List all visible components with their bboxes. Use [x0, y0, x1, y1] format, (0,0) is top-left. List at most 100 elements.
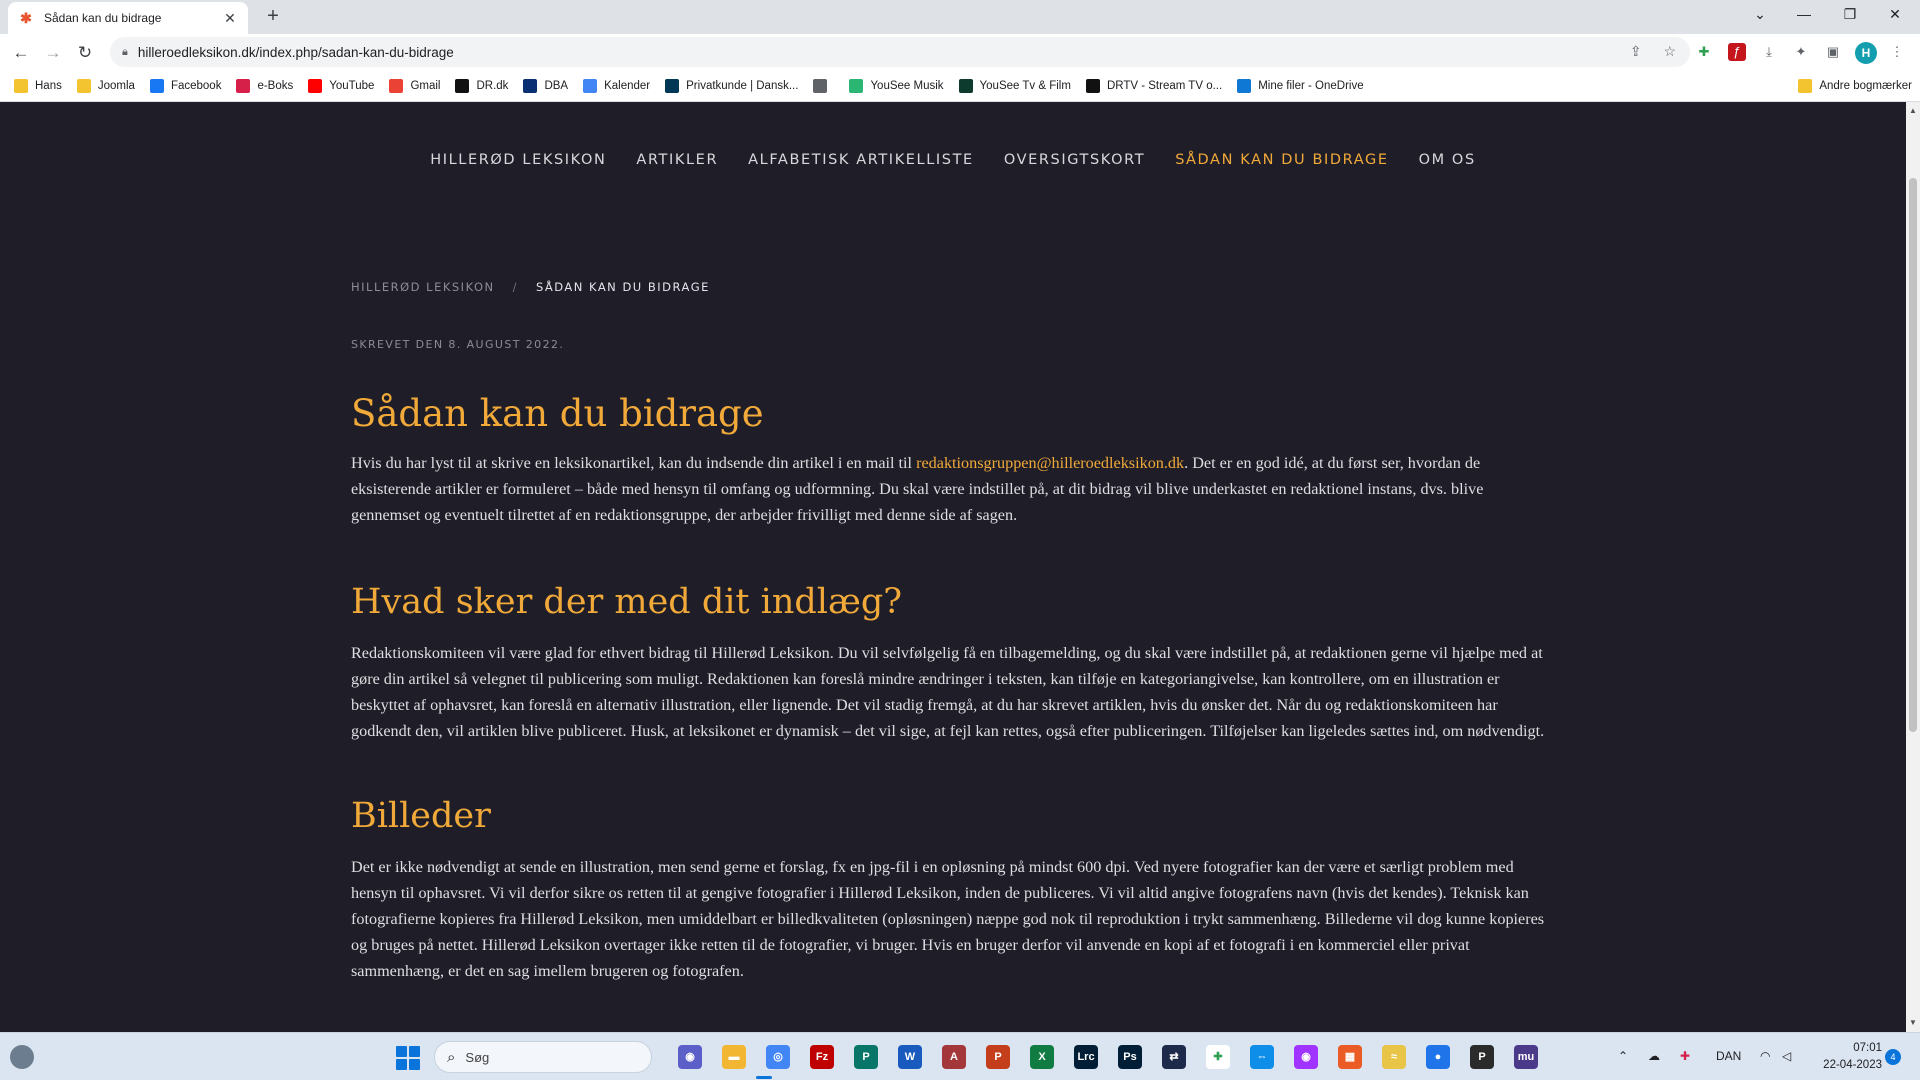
search-icon: ⌕ — [447, 1048, 456, 1066]
drtv-icon — [1085, 79, 1100, 93]
bookmark-item[interactable]: Mine filer - OneDrive — [1237, 79, 1364, 93]
back-icon[interactable]: ← — [10, 42, 32, 64]
lightroom-icon[interactable]: Lrc — [1074, 1045, 1098, 1069]
gmail-icon — [389, 79, 404, 93]
bookmark-item[interactable]: Gmail — [389, 79, 440, 93]
bookmark-item[interactable]: Hans — [14, 79, 62, 93]
notification-badge[interactable]: 4 — [1885, 1049, 1901, 1065]
bank-icon — [665, 79, 680, 93]
bookmark-star-icon[interactable]: ☆ — [1663, 43, 1676, 59]
page-scrollbar[interactable]: ▲ ▼ — [1906, 102, 1920, 1032]
photo-viewer-icon[interactable]: ≈ — [1382, 1045, 1406, 1069]
scroll-thumb[interactable] — [1909, 178, 1917, 732]
forward-icon[interactable]: → — [42, 42, 64, 64]
reload-icon[interactable]: ↻ — [74, 42, 96, 64]
tv-icon — [958, 79, 973, 93]
joomla-favicon-icon: ✱ — [20, 10, 32, 26]
messenger-icon[interactable]: ◉ — [1294, 1045, 1318, 1069]
office-hub-icon[interactable]: ▦ — [1338, 1045, 1362, 1069]
sync-tool-icon[interactable]: ⇄ — [1162, 1045, 1186, 1069]
photoshop-icon[interactable]: Ps — [1118, 1045, 1142, 1069]
tab-search-icon[interactable]: ⌄ — [1738, 4, 1782, 24]
start-button[interactable] — [396, 1046, 420, 1070]
folder-icon — [14, 79, 28, 93]
bookmark-item[interactable]: YouSee Musik — [849, 79, 944, 93]
musescore-icon[interactable]: mu — [1514, 1045, 1538, 1069]
filezilla-icon[interactable]: Fz — [810, 1045, 834, 1069]
close-window-button[interactable]: ✕ — [1873, 4, 1917, 24]
security-tray-icon[interactable]: ✚ — [1680, 1049, 1690, 1063]
nav-item[interactable]: SÅDAN KAN DU BIDRAGE — [1175, 152, 1388, 168]
onedrive-tray-icon[interactable]: ☁ — [1648, 1049, 1660, 1063]
firefox-icon[interactable]: ● — [1426, 1045, 1450, 1069]
bookmark-item[interactable]: DRTV - Stream TV o... — [1085, 79, 1222, 93]
calendar-icon — [583, 79, 598, 93]
close-tab-icon[interactable]: ✕ — [222, 10, 238, 27]
eboks-icon — [236, 79, 251, 93]
bookmark-item[interactable]: Kalender — [583, 79, 650, 93]
bookmark-item[interactable]: YouSee Tv & Film — [958, 79, 1071, 93]
side-panel-icon[interactable]: ▣ — [1824, 43, 1842, 61]
file-explorer-icon[interactable]: ▬ — [722, 1045, 746, 1069]
bookmark-label: Facebook — [170, 80, 222, 92]
system-clock[interactable]: 07:01 22-04-2023 — [1810, 1040, 1882, 1074]
language-indicator[interactable]: DAN — [1716, 1049, 1741, 1063]
address-bar[interactable]: 🔒︎ hilleroedleksikon.dk/index.php/sadan-… — [110, 37, 1690, 67]
scroll-down-icon[interactable]: ▼ — [1909, 1018, 1917, 1027]
tray-overflow-icon[interactable]: ⌃ — [1618, 1049, 1628, 1063]
bookmark-item[interactable]: e-Boks — [236, 79, 293, 93]
teams-chat-icon[interactable]: ◉ — [678, 1045, 702, 1069]
nav-item[interactable]: ALFABETISK ARTIKELLISTE — [748, 152, 974, 168]
taskbar-search[interactable]: ⌕ Søg — [434, 1041, 652, 1073]
url-text[interactable]: hilleroedleksikon.dk/index.php/sadan-kan… — [138, 45, 454, 60]
powerpoint-icon[interactable]: P — [986, 1045, 1010, 1069]
nav-item[interactable]: OM OS — [1419, 152, 1476, 168]
extension-puzzle-color-icon[interactable]: ✚ — [1695, 43, 1713, 61]
chrome-icon[interactable]: ◎ — [766, 1045, 790, 1069]
bookmark-item[interactable]: DR.dk — [455, 79, 508, 93]
minimize-button[interactable]: — — [1782, 4, 1826, 24]
bookmark-item[interactable]: DBA — [523, 79, 568, 93]
restore-button[interactable]: ❐ — [1828, 4, 1872, 24]
profile-avatar[interactable]: H — [1855, 42, 1877, 64]
publisher-icon[interactable]: P — [854, 1045, 878, 1069]
article-published-date: SKREVET DEN 8. AUGUST 2022. — [351, 338, 565, 351]
bookmark-label: DR.dk — [476, 80, 509, 92]
pdf-extension-icon[interactable]: ƒ — [1728, 43, 1746, 61]
pro-app-icon[interactable]: P — [1470, 1045, 1494, 1069]
bookmark-item[interactable]: Privatkunde | Dansk... — [665, 79, 798, 93]
volume-icon[interactable]: ◁ — [1782, 1049, 1791, 1063]
email-link[interactable]: redaktionsgruppen@hilleroedleksikon.dk — [916, 454, 1184, 472]
weather-widget-icon[interactable] — [10, 1045, 34, 1069]
menu-kebab-icon[interactable]: ⋮ — [1888, 43, 1906, 61]
nav-item[interactable]: OVERSIGTSKORT — [1004, 152, 1145, 168]
folder-icon — [76, 79, 91, 93]
nav-item[interactable]: HILLERØD LEKSIKON — [430, 152, 606, 168]
bookmark-item[interactable]: Facebook — [149, 79, 222, 93]
teamviewer-icon[interactable]: ⇔ — [1250, 1045, 1274, 1069]
lock-icon[interactable]: 🔒︎ — [122, 46, 128, 59]
breadcrumb-home-link[interactable]: HILLERØD LEKSIKON — [351, 280, 495, 294]
other-bookmarks[interactable]: Andre bogmærker — [1798, 79, 1912, 93]
wifi-icon[interactable]: ◠ — [1760, 1049, 1770, 1063]
bookmark-item[interactable]: Joomla — [76, 79, 135, 93]
bookmark-label: Privatkunde | Dansk... — [686, 80, 799, 92]
new-tab-button[interactable]: + — [262, 6, 284, 28]
bookmark-item[interactable]: YouTube — [308, 79, 374, 93]
app-grid-icon[interactable]: ✚ — [1206, 1045, 1230, 1069]
nav-item[interactable]: ARTIKLER — [636, 152, 718, 168]
article-body: Sådan kan du bidrage Hvis du har lyst ti… — [351, 388, 1551, 984]
tab-title: Sådan kan du bidrage — [44, 11, 162, 25]
clock-time: 07:01 — [1853, 1042, 1882, 1054]
browser-tab[interactable]: ✱ Sådan kan du bidrage ✕ — [8, 2, 248, 34]
excel-icon[interactable]: X — [1030, 1045, 1054, 1069]
extensions-icon[interactable]: ✦ — [1792, 43, 1810, 61]
share-icon[interactable]: ⇪ — [1630, 43, 1642, 59]
intro-text-start: Hvis du har lyst til at skrive en leksik… — [351, 454, 917, 472]
word-icon[interactable]: W — [898, 1045, 922, 1069]
download-icon[interactable]: ⤓ — [1760, 43, 1778, 61]
scroll-up-icon[interactable]: ▲ — [1909, 106, 1917, 115]
clock-date: 22-04-2023 — [1823, 1059, 1882, 1071]
access-icon[interactable]: A — [942, 1045, 966, 1069]
bookmark-item[interactable] — [813, 79, 834, 93]
